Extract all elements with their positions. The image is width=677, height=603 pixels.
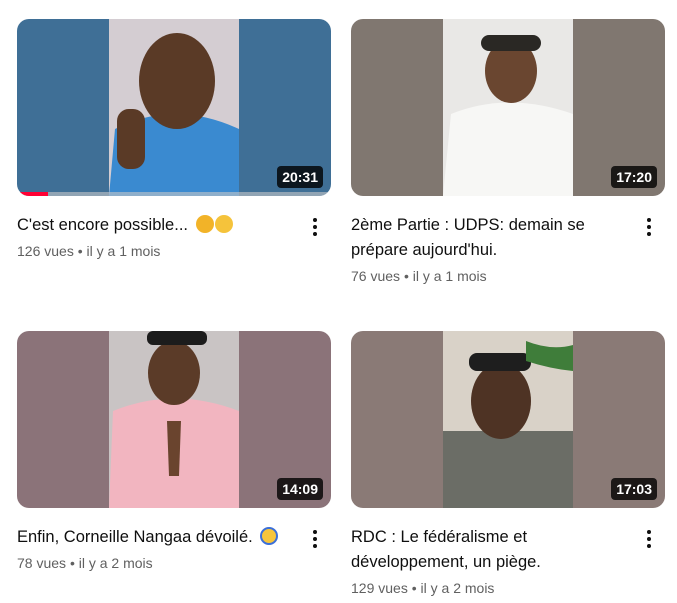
screaming-face-icon <box>260 527 279 545</box>
video-thumbnail[interactable]: 14:09 <box>17 331 331 508</box>
more-actions-icon[interactable] <box>639 527 659 551</box>
video-title-text: C'est encore possible... <box>17 216 188 234</box>
more-actions-icon[interactable] <box>305 527 325 551</box>
video-card[interactable]: 17:20 2ème Partie : UDPS: demain se prép… <box>351 19 665 286</box>
video-thumbnail[interactable]: 17:03 <box>351 331 665 508</box>
video-title[interactable]: Enfin, Corneille Nangaa dévoilé. <box>17 525 297 550</box>
video-card[interactable]: 17:03 RDC : Le fédéralisme et développem… <box>351 331 665 598</box>
meta-separator: • <box>77 243 83 259</box>
video-thumbnail[interactable]: 20:31 <box>17 19 331 196</box>
more-actions-icon[interactable] <box>305 215 325 239</box>
upload-age: il y a 2 mois <box>78 555 153 571</box>
video-title-text: Enfin, Corneille Nangaa dévoilé. <box>17 528 253 546</box>
meta-separator: • <box>411 580 417 596</box>
video-metadata: 126 vues • il y a 1 mois <box>17 241 297 261</box>
duration-badge: 20:31 <box>277 166 323 188</box>
upload-age: il y a 1 mois <box>86 243 161 259</box>
pensive-face-icon <box>214 215 233 233</box>
watch-progress-bar <box>17 192 331 196</box>
more-actions-icon[interactable] <box>639 215 659 239</box>
video-title[interactable]: C'est encore possible... <box>17 213 297 238</box>
video-title-text: 2ème Partie : UDPS: demain se prépare au… <box>351 216 585 259</box>
video-title-text: RDC : Le fédéralisme et développement, u… <box>351 528 541 571</box>
video-metadata: 78 vues • il y a 2 mois <box>17 553 297 573</box>
watch-progress-fill <box>17 192 49 196</box>
duration-badge: 14:09 <box>277 478 323 500</box>
meta-separator: • <box>403 268 409 284</box>
duration-badge: 17:20 <box>611 166 657 188</box>
video-metadata: 76 vues • il y a 1 mois <box>351 266 631 286</box>
video-title[interactable]: RDC : Le fédéralisme et développement, u… <box>351 525 631 575</box>
duration-badge: 17:03 <box>611 478 657 500</box>
video-metadata: 129 vues • il y a 2 mois <box>351 578 631 598</box>
upload-age: il y a 2 mois <box>420 580 495 596</box>
view-count: 78 vues <box>17 555 67 571</box>
video-title[interactable]: 2ème Partie : UDPS: demain se prépare au… <box>351 213 631 263</box>
video-card[interactable]: 14:09 Enfin, Corneille Nangaa dévoilé. 7… <box>17 331 331 573</box>
raised-fist-icon <box>195 215 214 233</box>
view-count: 129 vues <box>351 580 408 596</box>
video-card[interactable]: 20:31 C'est encore possible... 126 vues … <box>17 19 331 261</box>
meta-separator: • <box>69 555 75 571</box>
upload-age: il y a 1 mois <box>412 268 487 284</box>
view-count: 126 vues <box>17 243 74 259</box>
view-count: 76 vues <box>351 268 401 284</box>
video-thumbnail[interactable]: 17:20 <box>351 19 665 196</box>
